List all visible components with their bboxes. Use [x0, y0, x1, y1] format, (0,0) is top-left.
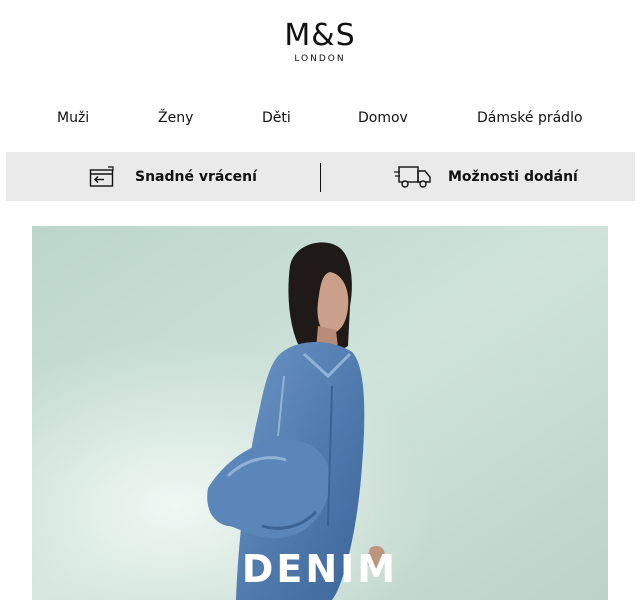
- easy-returns-link[interactable]: Snadné vrácení: [89, 152, 257, 201]
- logo-subtitle: LONDON: [294, 54, 346, 64]
- nav-item-women[interactable]: Ženy: [158, 108, 193, 128]
- main-navigation: Muži Ženy Děti Domov Dámské prádlo: [0, 108, 640, 130]
- nav-item-lingerie[interactable]: Dámské prádlo: [477, 108, 583, 128]
- email-page: M&S LONDON Muži Ženy Děti Domov Dámské p…: [0, 0, 640, 600]
- delivery-truck-icon: [394, 164, 432, 190]
- nav-item-home[interactable]: Domov: [358, 108, 408, 128]
- service-info-bar: Snadné vrácení Možnosti dodání: [6, 152, 635, 201]
- logo-wordmark: M&S: [284, 18, 356, 53]
- delivery-options-label: Možnosti dodání: [448, 168, 578, 185]
- hero-headline: DENIM: [241, 547, 399, 591]
- nav-item-men[interactable]: Muži: [57, 108, 89, 128]
- delivery-options-link[interactable]: Možnosti dodání: [394, 152, 578, 201]
- hero-photo-model-in-denim: [32, 226, 608, 600]
- brand-logo[interactable]: M&S LONDON: [0, 18, 640, 65]
- hero-banner[interactable]: DENIM: [32, 226, 608, 600]
- easy-returns-label: Snadné vrácení: [135, 168, 257, 185]
- nav-item-kids[interactable]: Děti: [262, 108, 291, 128]
- return-package-icon: [89, 165, 117, 189]
- info-bar-divider: [320, 163, 321, 192]
